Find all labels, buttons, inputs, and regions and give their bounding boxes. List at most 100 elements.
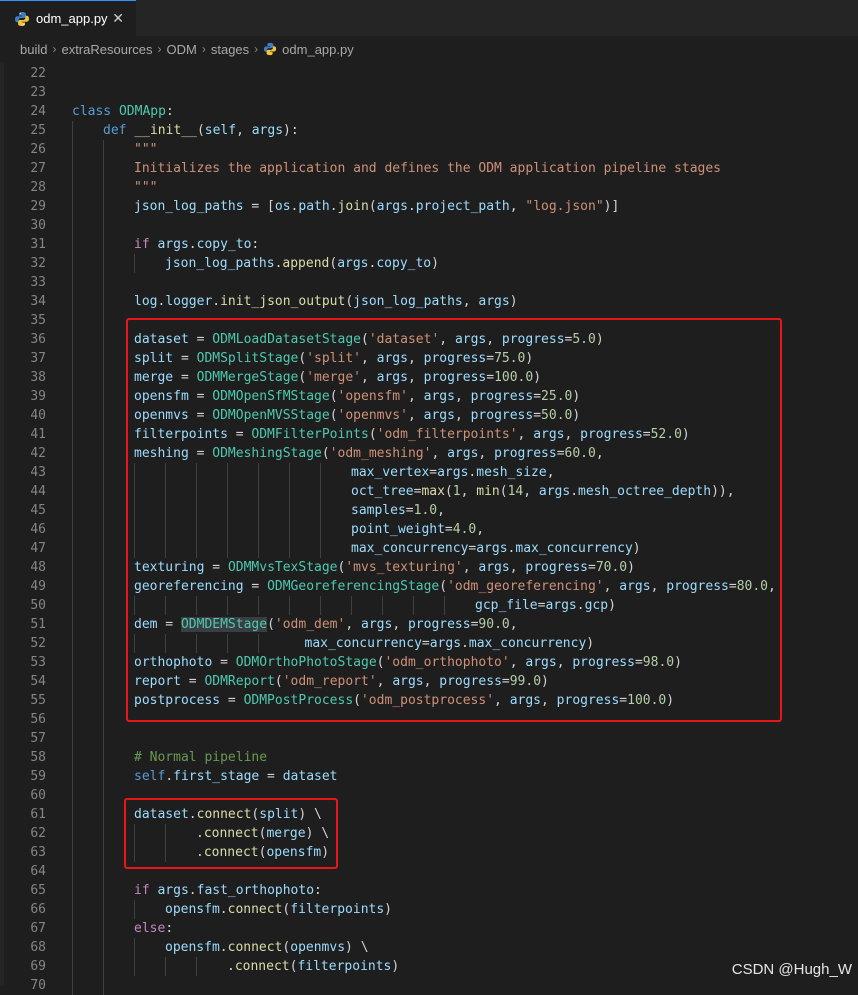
code-token: ) <box>431 256 439 271</box>
indent-guide <box>72 767 73 786</box>
code-text: opensfm.connect(openmvs) \ <box>165 938 369 957</box>
code-token: connect <box>234 959 290 974</box>
code-token: opensfm <box>165 940 220 955</box>
code-token: else <box>134 921 166 936</box>
tab-label: odm_app.py <box>36 11 108 26</box>
indent-guide <box>72 330 73 349</box>
indent-guide <box>103 311 104 330</box>
code-line[interactable]: 26 """ <box>0 140 858 159</box>
code-token: . <box>329 199 338 214</box>
code-line[interactable]: 68 opensfm.connect(openmvs) \ <box>0 938 858 957</box>
code-line[interactable]: 32 json_log_paths.append(args.copy_to) <box>0 254 858 273</box>
line-number: 27 <box>30 161 46 176</box>
code-line[interactable]: 27 Initializes the application and define… <box>0 159 858 178</box>
indent-guide <box>103 425 104 444</box>
line-number: 26 <box>30 142 46 157</box>
code-token: json_log_paths <box>134 199 244 214</box>
indent-guide <box>103 558 104 577</box>
close-icon[interactable]: ✕ <box>112 10 124 27</box>
code-line[interactable]: 65 if args.fast_orthophoto: <box>0 881 858 900</box>
indent-guide <box>72 748 73 767</box>
indent-guide <box>72 881 73 900</box>
indent-guide <box>72 539 73 558</box>
indent-guide <box>72 672 73 691</box>
code-line[interactable]: 69 .connect(filterpoints) <box>0 957 858 976</box>
indent-guide <box>103 957 104 976</box>
breadcrumb-item-extraresources[interactable]: extraResources <box>61 42 152 57</box>
breadcrumb-item-file[interactable]: odm_app.py <box>263 42 354 57</box>
code-text: json_log_paths = [os.path.join(args.proj… <box>134 197 619 216</box>
line-number: 50 <box>30 598 46 613</box>
code-line[interactable]: 57 <box>0 729 858 748</box>
line-number: 63 <box>30 845 46 860</box>
line-number: 67 <box>30 921 46 936</box>
line-number: 23 <box>30 85 46 100</box>
code-line[interactable]: 24 class ODMApp: <box>0 102 858 121</box>
code-line[interactable]: 29 json_log_paths = [os.path.join(args.pr… <box>0 197 858 216</box>
code-line[interactable]: 23 <box>0 83 858 102</box>
line-number: 25 <box>30 123 46 138</box>
code-line[interactable]: 30 <box>0 216 858 235</box>
line-number: 66 <box>30 902 46 917</box>
indent-guide <box>72 805 73 824</box>
code-text: else: <box>134 919 173 938</box>
line-number: 36 <box>30 332 46 347</box>
code-line[interactable]: 67 else: <box>0 919 858 938</box>
breadcrumb-item-build[interactable]: build <box>20 42 47 57</box>
indent-guide <box>103 501 104 520</box>
indent-guide <box>72 520 73 539</box>
indent-guide <box>103 463 104 482</box>
indent-guide <box>103 539 104 558</box>
indent-guide <box>72 634 73 653</box>
code-token: args <box>251 123 284 138</box>
code-line[interactable]: 31 if args.copy_to: <box>0 235 858 254</box>
breadcrumb-item-odm[interactable]: ODM <box>167 42 197 57</box>
indent-guide <box>72 862 73 881</box>
line-number: 62 <box>30 826 46 841</box>
tab-odm-app-py[interactable]: odm_app.py ✕ <box>0 0 136 36</box>
line-number: 47 <box>30 541 46 556</box>
code-line[interactable]: 58 # Normal pipeline <box>0 748 858 767</box>
code-token: args <box>478 294 510 309</box>
indent-guide <box>103 938 104 957</box>
chevron-right-icon: › <box>201 42 206 56</box>
code-token: self <box>204 123 237 138</box>
code-token: : <box>165 104 174 119</box>
indent-guide <box>103 273 104 292</box>
code-line[interactable]: 33 <box>0 273 858 292</box>
code-line[interactable]: 22 <box>0 64 858 83</box>
indent-guide <box>103 482 104 501</box>
indent-guide <box>134 254 135 273</box>
indent-guide <box>72 197 73 216</box>
code-token: . <box>407 199 416 214</box>
code-token: . <box>219 940 228 955</box>
code-token: ) \ <box>345 940 369 955</box>
indent-guide <box>196 957 197 976</box>
code-token: filterpoints <box>297 959 392 974</box>
breadcrumb-item-stages[interactable]: stages <box>211 42 249 57</box>
code-token: # Normal pipeline <box>134 750 268 765</box>
code-token: : <box>314 883 322 898</box>
code-token: """ <box>134 180 158 195</box>
indent-guide <box>103 767 104 786</box>
indent-guide <box>103 444 104 463</box>
code-token: dataset <box>282 769 338 784</box>
code-line[interactable]: 59 self.first_stage = dataset <box>0 767 858 786</box>
code-token: first_stage <box>173 769 260 784</box>
code-line[interactable]: 66 opensfm.connect(filterpoints) <box>0 900 858 919</box>
python-icon <box>264 42 277 56</box>
code-line[interactable]: 25 def __init__(self, args): <box>0 121 858 140</box>
code-token: )] <box>603 199 620 214</box>
code-token: connect <box>227 902 283 917</box>
code-line[interactable]: 34 log.logger.init_json_output(json_log_p… <box>0 292 858 311</box>
code-token: __init__ <box>134 123 197 138</box>
indent-guide <box>134 957 135 976</box>
line-number: 49 <box>30 579 46 594</box>
code-token: ): <box>283 123 299 138</box>
indent-guide <box>72 729 73 748</box>
line-number: 64 <box>30 864 46 879</box>
indent-guide <box>103 824 104 843</box>
code-token: if <box>134 237 150 252</box>
code-token: . <box>219 902 228 917</box>
code-line[interactable]: 28 """ <box>0 178 858 197</box>
